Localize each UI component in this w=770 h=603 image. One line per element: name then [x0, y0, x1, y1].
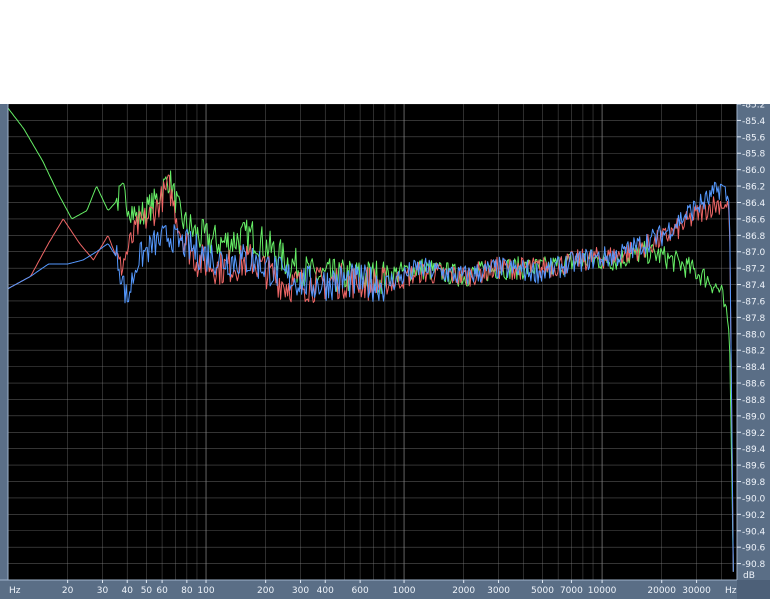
x-tick-label: 80: [181, 586, 193, 596]
x-tick-label: 2000: [452, 586, 475, 596]
y-tick-label: -90.8: [742, 560, 766, 570]
y-tick-label: -90.4: [742, 527, 766, 537]
x-unit-label-left: Hz: [9, 586, 21, 596]
y-tick-label: -89.6: [742, 462, 766, 472]
x-tick-label: 20: [62, 586, 74, 596]
ruler-corner: [737, 580, 770, 599]
y-tick-label: -90.2: [742, 511, 765, 521]
y-tick-label: -85.2: [742, 104, 765, 111]
y-tick-label: -89.8: [742, 478, 766, 488]
y-tick-label: -86.8: [742, 232, 766, 242]
y-tick-label: -86.6: [742, 215, 766, 225]
x-tick-label: 3000: [487, 586, 510, 596]
y-tick-label: -86.4: [742, 199, 766, 209]
y-tick-label: -85.4: [742, 117, 766, 127]
x-tick-label: 30: [97, 586, 109, 596]
x-tick-label: 100: [197, 586, 214, 596]
y-tick-label: -85.8: [742, 150, 766, 160]
y-tick-label: -88.2: [742, 347, 765, 357]
x-tick-label: 10000: [588, 586, 617, 596]
x-tick-label: 400: [317, 586, 334, 596]
y-tick-label: -88.8: [742, 396, 766, 406]
y-tick-label: -87.4: [742, 281, 766, 291]
x-tick-label: 40: [122, 586, 134, 596]
y-tick-label: -87.0: [742, 248, 766, 258]
x-tick-label: 1000: [393, 586, 416, 596]
y-tick-label: -87.2: [742, 265, 765, 275]
y-tick-label: -87.6: [742, 297, 766, 307]
x-tick-label: 20000: [647, 586, 676, 596]
x-tick-label: 50: [141, 586, 153, 596]
y-tick-label: -88.4: [742, 363, 766, 373]
y-tick-label: -89.0: [742, 412, 766, 422]
y-tick-label: -86.0: [742, 166, 766, 176]
y-tick-label: -88.0: [742, 330, 766, 340]
y-tick-label: -90.6: [742, 544, 766, 554]
left-ruler-bar: [0, 104, 8, 580]
y-tick-label: -88.6: [742, 380, 766, 390]
y-tick-label: -89.2: [742, 429, 765, 439]
x-tick-label: 600: [352, 586, 369, 596]
x-unit-label-right: Hz: [725, 586, 737, 596]
y-unit-label: dB: [743, 571, 755, 581]
x-tick-label: 5000: [531, 586, 554, 596]
x-tick-label: 7000: [560, 586, 583, 596]
x-tick-label: 300: [292, 586, 309, 596]
y-tick-label: -90.0: [742, 494, 766, 504]
x-tick-label: 60: [156, 586, 168, 596]
frequency-spectrum-chart: -85.2 -85.4 -85.6 -85.8 -86.0 -86.2 -86.4 -86.6…: [0, 101, 770, 599]
x-tick-label: 30000: [682, 586, 711, 596]
y-tick-label: -87.8: [742, 314, 766, 324]
y-tick-label: -89.4: [742, 445, 766, 455]
y-tick-label: -86.2: [742, 183, 765, 193]
spectrum-panel: -85.2 -85.4 -85.6 -85.8 -86.0 -86.2 -86.4 -86.6…: [0, 101, 770, 599]
y-tick-label: -85.6: [742, 133, 766, 143]
x-tick-label: 200: [257, 586, 274, 596]
